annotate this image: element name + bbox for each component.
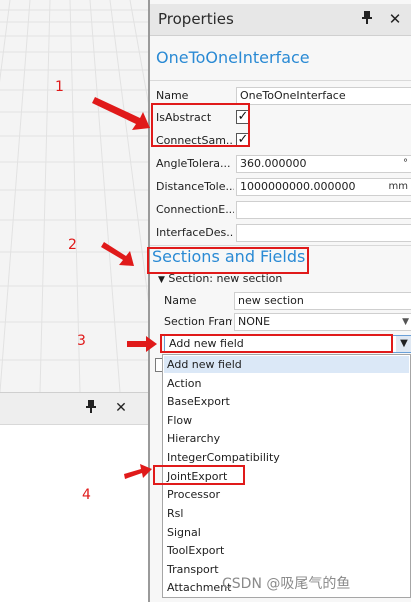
arrow-4-icon xyxy=(124,464,152,479)
annotation-arrows xyxy=(92,97,157,479)
watermark: CSDN @吸尾气的鱼 xyxy=(222,576,351,592)
arrow-3-icon xyxy=(127,336,157,352)
arrow-1-icon xyxy=(92,97,150,130)
arrow-2-icon xyxy=(101,242,134,266)
